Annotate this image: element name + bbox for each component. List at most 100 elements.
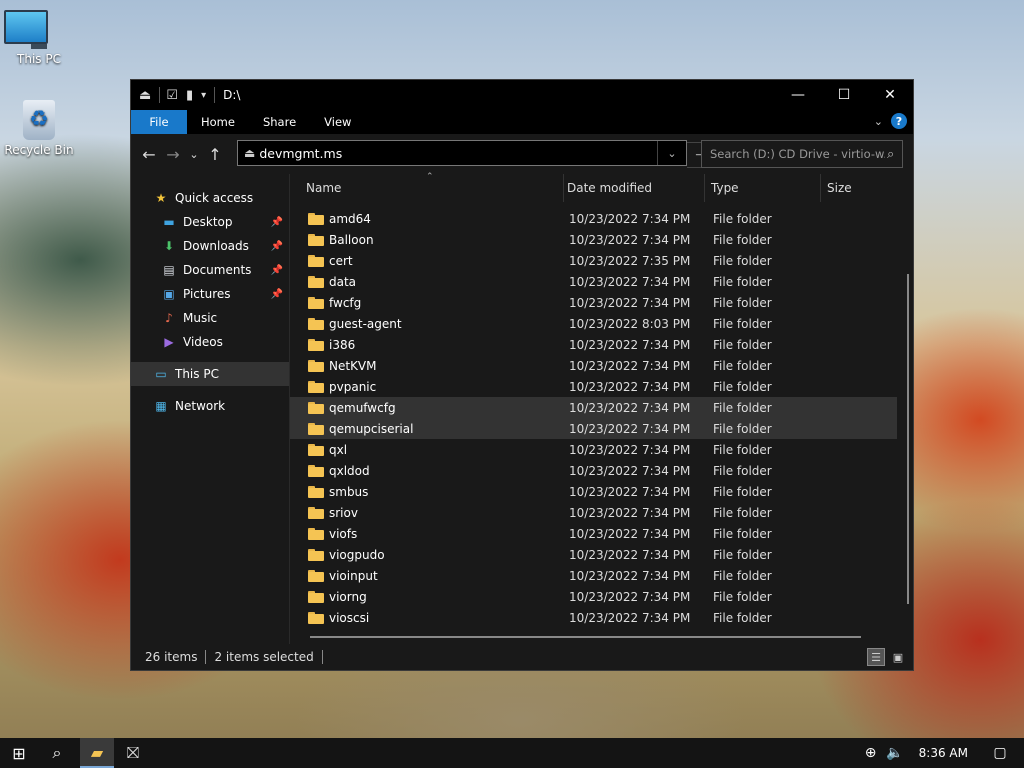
pin-icon[interactable]: 📌 bbox=[271, 289, 283, 300]
table-row[interactable]: qemufwcfg 10/23/2022 7:34 PM File folder bbox=[290, 397, 897, 418]
column-header-name[interactable]: Name bbox=[300, 174, 564, 202]
pin-icon[interactable]: 📌 bbox=[271, 241, 283, 252]
table-row[interactable]: data 10/23/2022 7:34 PM File folder bbox=[290, 271, 897, 292]
search-box[interactable]: ⌕ bbox=[701, 140, 903, 168]
table-row[interactable]: sriov 10/23/2022 7:34 PM File folder bbox=[290, 502, 897, 523]
notifications-icon[interactable]: ▢ bbox=[988, 745, 1012, 761]
minimize-button[interactable]: — bbox=[775, 80, 821, 110]
tab-share[interactable]: Share bbox=[249, 110, 310, 134]
table-row[interactable]: qxl 10/23/2022 7:34 PM File folder bbox=[290, 439, 897, 460]
folder-icon bbox=[308, 527, 324, 540]
address-input[interactable] bbox=[259, 145, 640, 161]
table-row[interactable]: amd64 10/23/2022 7:34 PM File folder bbox=[290, 208, 897, 229]
nav-item-this-pc[interactable]: ▭ This PC bbox=[131, 362, 289, 386]
nav-item-label: This PC bbox=[175, 367, 219, 381]
title-bar[interactable]: ⏏ ☑ ▮ ▾ D:\ — ☐ ✕ bbox=[131, 80, 913, 110]
desktop-icon-label: Recycle Bin bbox=[4, 143, 74, 157]
desktop-icon-this-pc[interactable]: This PC bbox=[4, 10, 74, 66]
clock[interactable]: 8:36 AM bbox=[919, 746, 968, 760]
nav-item-desktop[interactable]: ▬ Desktop 📌 bbox=[131, 210, 289, 234]
address-bar[interactable]: ⏏ ⌄ bbox=[237, 140, 687, 166]
table-row[interactable]: vioinput 10/23/2022 7:34 PM File folder bbox=[290, 565, 897, 586]
windows-start-icon[interactable]: ⊞ bbox=[0, 738, 38, 768]
customize-toolbar-icon[interactable]: ▾ bbox=[201, 90, 206, 101]
table-row[interactable]: qemupciserial 10/23/2022 7:34 PM File fold… bbox=[290, 418, 897, 439]
folder-icon bbox=[308, 359, 324, 372]
horizontal-scrollbar[interactable] bbox=[310, 636, 861, 638]
new-folder-icon[interactable]: ▮ bbox=[186, 88, 193, 103]
file-date: 10/23/2022 7:34 PM bbox=[569, 526, 691, 541]
table-row[interactable]: qxldod 10/23/2022 7:34 PM File folder bbox=[290, 460, 897, 481]
maximize-button[interactable]: ☐ bbox=[821, 80, 867, 110]
nav-item-label: Music bbox=[183, 311, 218, 325]
file-explorer-window: ⏏ ☑ ▮ ▾ D:\ — ☐ ✕ File Home Share View ⌄… bbox=[130, 79, 914, 671]
search-input[interactable] bbox=[702, 146, 887, 162]
table-row[interactable]: Balloon 10/23/2022 7:34 PM File folder bbox=[290, 229, 897, 250]
folder-icon bbox=[308, 485, 324, 498]
file-explorer-icon[interactable]: ▰ bbox=[80, 738, 114, 768]
file-date: 10/23/2022 7:34 PM bbox=[569, 295, 691, 310]
properties-icon[interactable]: ☑ bbox=[166, 88, 178, 103]
table-row[interactable]: smbus 10/23/2022 7:34 PM File folder bbox=[290, 481, 897, 502]
details-view-icon[interactable]: ☰ bbox=[867, 648, 885, 666]
pin-icon[interactable]: 📌 bbox=[271, 265, 283, 276]
tab-file[interactable]: File bbox=[131, 110, 187, 134]
nav-item-label: Documents bbox=[183, 263, 252, 277]
search-icon[interactable]: ⌕ bbox=[38, 738, 76, 768]
nav-item-videos[interactable]: ▶ Videos bbox=[131, 330, 289, 354]
folder-icon bbox=[308, 317, 324, 330]
nav-item-music[interactable]: ♪ Music bbox=[131, 306, 289, 330]
table-row[interactable]: fwcfg 10/23/2022 7:34 PM File folder bbox=[290, 292, 897, 313]
file-name: qemufwcfg bbox=[329, 400, 396, 415]
file-date: 10/23/2022 7:34 PM bbox=[569, 337, 691, 352]
table-row[interactable]: i386 10/23/2022 7:34 PM File folder bbox=[290, 334, 897, 355]
divider bbox=[321, 650, 323, 664]
close-button[interactable]: ✕ bbox=[867, 80, 913, 110]
network-globe-icon[interactable]: ⊕ bbox=[859, 745, 883, 761]
folder-icon bbox=[308, 296, 324, 309]
divider bbox=[205, 650, 207, 664]
table-row[interactable]: viofs 10/23/2022 7:34 PM File folder bbox=[290, 523, 897, 544]
table-row[interactable]: guest-agent 10/23/2022 8:03 PM File folder bbox=[290, 313, 897, 334]
file-name: data bbox=[329, 274, 357, 289]
table-row[interactable]: viorng 10/23/2022 7:34 PM File folder bbox=[290, 586, 897, 607]
picture-icon: ▣ bbox=[163, 287, 175, 301]
folder-icon bbox=[308, 338, 324, 351]
table-row[interactable]: cert 10/23/2022 7:35 PM File folder bbox=[290, 250, 897, 271]
file-date: 10/23/2022 7:34 PM bbox=[569, 547, 691, 562]
tab-home[interactable]: Home bbox=[187, 110, 249, 134]
store-icon[interactable]: ⛝ bbox=[114, 738, 152, 768]
file-date: 10/23/2022 7:34 PM bbox=[569, 274, 691, 289]
divider bbox=[159, 87, 161, 103]
address-dropdown-icon[interactable]: ⌄ bbox=[657, 141, 686, 165]
table-row[interactable]: pvpanic 10/23/2022 7:34 PM File folder bbox=[290, 376, 897, 397]
back-arrow-icon[interactable]: ← bbox=[137, 145, 161, 164]
vertical-scrollbar[interactable] bbox=[907, 274, 909, 604]
desktop-icon-recycle-bin[interactable]: ♻ Recycle Bin bbox=[4, 100, 74, 157]
divider bbox=[214, 87, 216, 103]
column-header-date[interactable]: Date modified bbox=[561, 174, 705, 202]
volume-muted-icon[interactable]: 🔈 bbox=[883, 745, 907, 761]
nav-item-network[interactable]: ▦ Network bbox=[131, 394, 289, 418]
up-arrow-icon[interactable]: ↑ bbox=[203, 145, 227, 164]
large-icons-view-icon[interactable]: ▣ bbox=[889, 648, 907, 666]
table-row[interactable]: vioscsi 10/23/2022 7:34 PM File folder bbox=[290, 607, 897, 628]
nav-item-documents[interactable]: ▤ Documents 📌 bbox=[131, 258, 289, 282]
pin-icon[interactable]: 📌 bbox=[271, 217, 283, 228]
file-name: qxldod bbox=[329, 463, 370, 478]
table-row[interactable]: NetKVM 10/23/2022 7:34 PM File folder bbox=[290, 355, 897, 376]
forward-arrow-icon[interactable]: → bbox=[161, 145, 185, 164]
tab-view[interactable]: View bbox=[310, 110, 365, 134]
table-row[interactable]: viogpudo 10/23/2022 7:34 PM File folder bbox=[290, 544, 897, 565]
nav-item-pictures[interactable]: ▣ Pictures 📌 bbox=[131, 282, 289, 306]
column-header-type[interactable]: Type bbox=[705, 174, 821, 202]
recent-locations-icon[interactable]: ⌄ bbox=[185, 148, 203, 161]
nav-item-quick-access[interactable]: ★ Quick access bbox=[131, 186, 289, 210]
column-header-size[interactable]: Size bbox=[821, 174, 881, 202]
file-date: 10/23/2022 7:34 PM bbox=[569, 610, 691, 625]
file-name: Balloon bbox=[329, 232, 374, 247]
nav-item-downloads[interactable]: ⬇ Downloads 📌 bbox=[131, 234, 289, 258]
nav-item-label: Quick access bbox=[175, 191, 254, 205]
expand-ribbon-icon[interactable]: ⌄ bbox=[874, 115, 883, 128]
help-icon[interactable]: ? bbox=[891, 113, 907, 129]
